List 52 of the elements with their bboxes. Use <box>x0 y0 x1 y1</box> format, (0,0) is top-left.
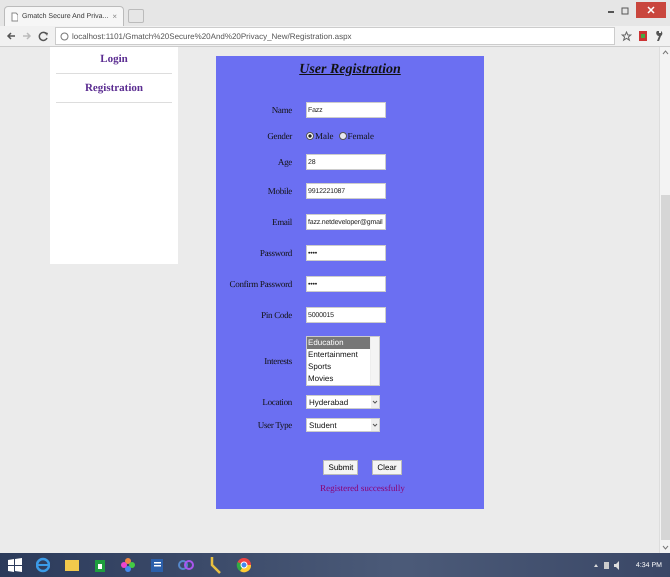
caret-icon <box>371 396 379 408</box>
field-label: Gender <box>267 131 292 141</box>
extension-icon[interactable] <box>638 30 648 42</box>
field-label: Mobile <box>268 186 292 196</box>
radio-option[interactable]: Male <box>306 131 334 141</box>
dropdown[interactable]: Hyderabad <box>306 395 380 409</box>
reload-icon[interactable] <box>38 30 49 42</box>
field-label: Location <box>262 397 292 407</box>
browser-icon[interactable] <box>36 557 50 573</box>
restore-icon[interactable] <box>621 6 630 14</box>
dropdown[interactable]: Student <box>306 418 380 432</box>
field-label: Pin Code <box>261 310 292 320</box>
tool-icon[interactable] <box>208 556 222 574</box>
form-title: User Registration <box>299 62 401 78</box>
form-button[interactable]: Clear <box>372 460 402 475</box>
star-icon[interactable] <box>621 30 632 42</box>
store-icon[interactable] <box>94 557 106 573</box>
scroll-up-icon[interactable] <box>662 50 668 55</box>
tray-icons[interactable] <box>592 560 622 570</box>
form-button[interactable]: Submit <box>323 460 358 475</box>
radio-icon[interactable] <box>306 132 314 140</box>
field-label: Name <box>272 105 292 115</box>
list-option[interactable]: Movies <box>307 373 370 385</box>
list-box[interactable]: Education Entertainment Sports Movies <box>306 336 380 386</box>
flower-icon[interactable] <box>120 557 136 573</box>
field-label: Confirm Password <box>230 279 292 289</box>
chrome-icon[interactable] <box>236 557 252 573</box>
back-icon[interactable] <box>6 31 16 41</box>
start-icon[interactable] <box>8 558 22 572</box>
list-option[interactable]: Entertainment <box>307 349 370 361</box>
scrollbar[interactable] <box>659 47 670 553</box>
page-icon <box>11 12 18 22</box>
document-icon[interactable] <box>150 557 164 573</box>
radio-icon[interactable] <box>338 132 346 140</box>
folder-icon[interactable] <box>64 558 80 572</box>
field-label: Interests <box>264 356 292 366</box>
field-label: User Type <box>258 420 292 430</box>
list-option[interactable]: Sports <box>307 361 370 373</box>
rings-icon[interactable] <box>178 559 194 571</box>
page-info-icon <box>60 32 69 40</box>
wrench-icon[interactable] <box>654 30 664 42</box>
status-message: Registered successfully <box>319 483 406 493</box>
radio-option[interactable]: Female <box>338 131 374 141</box>
field-label: Email <box>272 217 292 227</box>
sidebar-link[interactable]: Registration <box>84 82 144 94</box>
scroll-down-icon[interactable] <box>662 545 668 550</box>
address-field[interactable]: localhost:1101/Gmatch%20Secure%20And%20Privacy_New/Registration.aspx <box>55 27 615 45</box>
field-label: Password <box>260 248 292 258</box>
field-label: Age <box>278 157 292 167</box>
sidebar-link[interactable]: Login <box>100 53 128 65</box>
list-option[interactable]: Education <box>307 337 370 349</box>
caret-icon <box>371 419 379 431</box>
